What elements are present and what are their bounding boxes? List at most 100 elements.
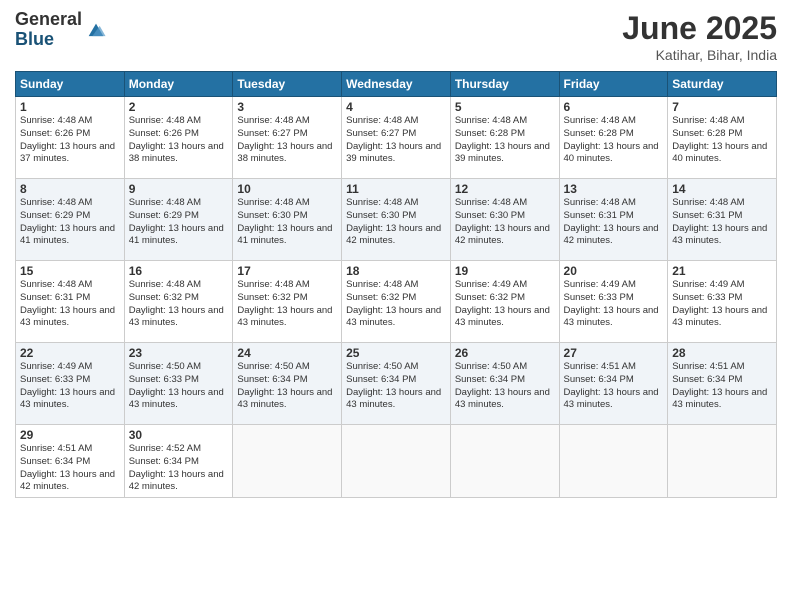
day-number: 11 xyxy=(346,182,446,196)
day-number: 23 xyxy=(129,346,229,360)
day-info: Sunrise: 4:51 AMSunset: 6:34 PMDaylight:… xyxy=(20,443,115,492)
table-row: 21 Sunrise: 4:49 AMSunset: 6:33 PMDaylig… xyxy=(668,261,777,343)
table-row: 29 Sunrise: 4:51 AMSunset: 6:34 PMDaylig… xyxy=(16,425,125,498)
table-row: 18 Sunrise: 4:48 AMSunset: 6:32 PMDaylig… xyxy=(342,261,451,343)
day-info: Sunrise: 4:48 AMSunset: 6:28 PMDaylight:… xyxy=(564,115,659,164)
logo-blue: Blue xyxy=(15,30,82,50)
day-number: 30 xyxy=(129,428,229,442)
day-info: Sunrise: 4:48 AMSunset: 6:27 PMDaylight:… xyxy=(237,115,332,164)
day-info: Sunrise: 4:50 AMSunset: 6:34 PMDaylight:… xyxy=(455,361,550,410)
day-number: 10 xyxy=(237,182,337,196)
day-number: 16 xyxy=(129,264,229,278)
table-row: 27 Sunrise: 4:51 AMSunset: 6:34 PMDaylig… xyxy=(559,343,668,425)
table-row: 28 Sunrise: 4:51 AMSunset: 6:34 PMDaylig… xyxy=(668,343,777,425)
day-number: 17 xyxy=(237,264,337,278)
day-number: 4 xyxy=(346,100,446,114)
table-row xyxy=(342,425,451,498)
day-info: Sunrise: 4:48 AMSunset: 6:30 PMDaylight:… xyxy=(237,197,332,246)
day-info: Sunrise: 4:48 AMSunset: 6:32 PMDaylight:… xyxy=(129,279,224,328)
logo-icon xyxy=(85,20,107,42)
day-info: Sunrise: 4:51 AMSunset: 6:34 PMDaylight:… xyxy=(564,361,659,410)
day-number: 2 xyxy=(129,100,229,114)
day-info: Sunrise: 4:48 AMSunset: 6:31 PMDaylight:… xyxy=(672,197,767,246)
table-row: 6 Sunrise: 4:48 AMSunset: 6:28 PMDayligh… xyxy=(559,97,668,179)
month-title: June 2025 xyxy=(622,10,777,47)
page: General Blue June 2025 Katihar, Bihar, I… xyxy=(0,0,792,612)
table-row: 9 Sunrise: 4:48 AMSunset: 6:29 PMDayligh… xyxy=(124,179,233,261)
calendar-table: Sunday Monday Tuesday Wednesday Thursday… xyxy=(15,71,777,498)
table-row: 12 Sunrise: 4:48 AMSunset: 6:30 PMDaylig… xyxy=(450,179,559,261)
day-number: 7 xyxy=(672,100,772,114)
day-number: 3 xyxy=(237,100,337,114)
day-info: Sunrise: 4:48 AMSunset: 6:28 PMDaylight:… xyxy=(672,115,767,164)
day-info: Sunrise: 4:49 AMSunset: 6:33 PMDaylight:… xyxy=(672,279,767,328)
day-info: Sunrise: 4:48 AMSunset: 6:27 PMDaylight:… xyxy=(346,115,441,164)
day-info: Sunrise: 4:50 AMSunset: 6:34 PMDaylight:… xyxy=(237,361,332,410)
day-number: 19 xyxy=(455,264,555,278)
day-info: Sunrise: 4:48 AMSunset: 6:29 PMDaylight:… xyxy=(129,197,224,246)
col-friday: Friday xyxy=(559,72,668,97)
table-row: 1 Sunrise: 4:48 AMSunset: 6:26 PMDayligh… xyxy=(16,97,125,179)
table-row: 20 Sunrise: 4:49 AMSunset: 6:33 PMDaylig… xyxy=(559,261,668,343)
day-info: Sunrise: 4:50 AMSunset: 6:34 PMDaylight:… xyxy=(346,361,441,410)
table-row xyxy=(559,425,668,498)
day-number: 5 xyxy=(455,100,555,114)
table-row xyxy=(450,425,559,498)
table-row: 25 Sunrise: 4:50 AMSunset: 6:34 PMDaylig… xyxy=(342,343,451,425)
table-row: 30 Sunrise: 4:52 AMSunset: 6:34 PMDaylig… xyxy=(124,425,233,498)
table-row: 13 Sunrise: 4:48 AMSunset: 6:31 PMDaylig… xyxy=(559,179,668,261)
day-number: 14 xyxy=(672,182,772,196)
table-row: 2 Sunrise: 4:48 AMSunset: 6:26 PMDayligh… xyxy=(124,97,233,179)
day-number: 12 xyxy=(455,182,555,196)
table-row xyxy=(668,425,777,498)
day-info: Sunrise: 4:48 AMSunset: 6:26 PMDaylight:… xyxy=(20,115,115,164)
table-row: 3 Sunrise: 4:48 AMSunset: 6:27 PMDayligh… xyxy=(233,97,342,179)
table-row: 8 Sunrise: 4:48 AMSunset: 6:29 PMDayligh… xyxy=(16,179,125,261)
day-info: Sunrise: 4:49 AMSunset: 6:33 PMDaylight:… xyxy=(564,279,659,328)
day-number: 13 xyxy=(564,182,664,196)
day-number: 28 xyxy=(672,346,772,360)
day-number: 18 xyxy=(346,264,446,278)
col-monday: Monday xyxy=(124,72,233,97)
table-row: 26 Sunrise: 4:50 AMSunset: 6:34 PMDaylig… xyxy=(450,343,559,425)
table-row: 15 Sunrise: 4:48 AMSunset: 6:31 PMDaylig… xyxy=(16,261,125,343)
day-number: 8 xyxy=(20,182,120,196)
col-sunday: Sunday xyxy=(16,72,125,97)
day-info: Sunrise: 4:49 AMSunset: 6:33 PMDaylight:… xyxy=(20,361,115,410)
col-wednesday: Wednesday xyxy=(342,72,451,97)
day-number: 25 xyxy=(346,346,446,360)
table-row xyxy=(233,425,342,498)
day-number: 27 xyxy=(564,346,664,360)
day-info: Sunrise: 4:48 AMSunset: 6:26 PMDaylight:… xyxy=(129,115,224,164)
day-number: 15 xyxy=(20,264,120,278)
day-info: Sunrise: 4:48 AMSunset: 6:30 PMDaylight:… xyxy=(455,197,550,246)
table-row: 14 Sunrise: 4:48 AMSunset: 6:31 PMDaylig… xyxy=(668,179,777,261)
table-row: 7 Sunrise: 4:48 AMSunset: 6:28 PMDayligh… xyxy=(668,97,777,179)
col-tuesday: Tuesday xyxy=(233,72,342,97)
day-info: Sunrise: 4:48 AMSunset: 6:29 PMDaylight:… xyxy=(20,197,115,246)
logo-general: General xyxy=(15,10,82,30)
location: Katihar, Bihar, India xyxy=(622,47,777,63)
header: General Blue June 2025 Katihar, Bihar, I… xyxy=(15,10,777,63)
table-row: 23 Sunrise: 4:50 AMSunset: 6:33 PMDaylig… xyxy=(124,343,233,425)
col-saturday: Saturday xyxy=(668,72,777,97)
day-number: 1 xyxy=(20,100,120,114)
table-row: 11 Sunrise: 4:48 AMSunset: 6:30 PMDaylig… xyxy=(342,179,451,261)
day-info: Sunrise: 4:48 AMSunset: 6:28 PMDaylight:… xyxy=(455,115,550,164)
calendar-header-row: Sunday Monday Tuesday Wednesday Thursday… xyxy=(16,72,777,97)
day-info: Sunrise: 4:48 AMSunset: 6:32 PMDaylight:… xyxy=(346,279,441,328)
day-number: 24 xyxy=(237,346,337,360)
table-row: 24 Sunrise: 4:50 AMSunset: 6:34 PMDaylig… xyxy=(233,343,342,425)
table-row: 22 Sunrise: 4:49 AMSunset: 6:33 PMDaylig… xyxy=(16,343,125,425)
day-info: Sunrise: 4:49 AMSunset: 6:32 PMDaylight:… xyxy=(455,279,550,328)
day-number: 29 xyxy=(20,428,120,442)
table-row: 10 Sunrise: 4:48 AMSunset: 6:30 PMDaylig… xyxy=(233,179,342,261)
day-info: Sunrise: 4:48 AMSunset: 6:31 PMDaylight:… xyxy=(20,279,115,328)
col-thursday: Thursday xyxy=(450,72,559,97)
table-row: 4 Sunrise: 4:48 AMSunset: 6:27 PMDayligh… xyxy=(342,97,451,179)
day-info: Sunrise: 4:51 AMSunset: 6:34 PMDaylight:… xyxy=(672,361,767,410)
day-number: 26 xyxy=(455,346,555,360)
table-row: 16 Sunrise: 4:48 AMSunset: 6:32 PMDaylig… xyxy=(124,261,233,343)
logo: General Blue xyxy=(15,10,107,50)
day-number: 20 xyxy=(564,264,664,278)
